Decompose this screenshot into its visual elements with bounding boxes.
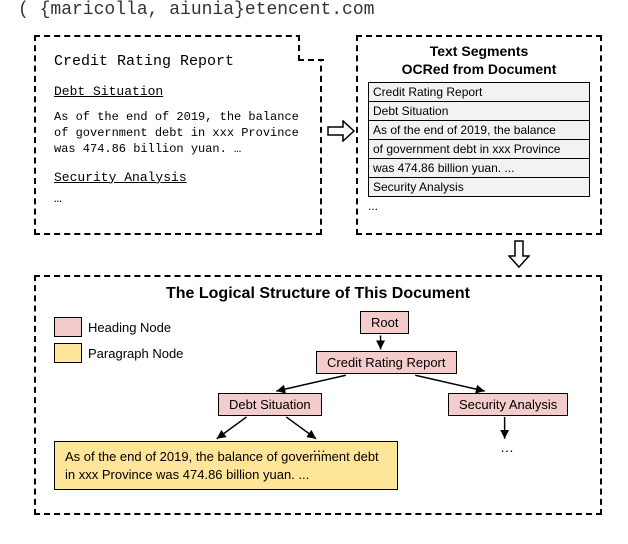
segment-row: of government debt in xxx Province: [369, 140, 589, 159]
doc-ellipsis: …: [54, 191, 302, 206]
document-panel: Credit Rating Report Debt Situation As o…: [34, 35, 322, 235]
segments-title: Text Segments OCRed from Document: [368, 43, 590, 78]
doc-heading-2: Security Analysis: [54, 170, 302, 185]
segment-row: Debt Situation: [369, 102, 589, 121]
segment-row: As of the end of 2019, the balance: [369, 121, 589, 140]
segment-row: Credit Rating Report: [369, 83, 589, 102]
doc-heading-1: Debt Situation: [54, 84, 302, 99]
segments-panel: Text Segments OCRed from Document Credit…: [356, 35, 602, 235]
segment-row: was 474.86 billion yuan. ...: [369, 159, 589, 178]
node-doc-title: Credit Rating Report: [316, 351, 457, 374]
node-heading-2: Security Analysis: [448, 393, 568, 416]
segments-title-line2: OCRed from Document: [402, 61, 557, 77]
segment-row: Security Analysis: [369, 178, 589, 196]
arrow-right-icon: [327, 120, 355, 147]
tree-ellipsis-2: …: [500, 439, 514, 455]
node-root: Root: [360, 311, 409, 334]
tree-ellipsis-1: …: [312, 439, 326, 455]
doc-title: Credit Rating Report: [54, 53, 302, 70]
segments-title-line1: Text Segments: [430, 43, 529, 59]
tree-panel: The Logical Structure of This Document H…: [34, 275, 602, 515]
segments-ellipsis: ...: [368, 199, 590, 213]
segments-table: Credit Rating Report Debt Situation As o…: [368, 82, 590, 197]
cropped-header-text: ( {maricolla, aiunia}etencent.com: [0, 0, 628, 20]
tree-title: The Logical Structure of This Document: [48, 285, 588, 303]
arrow-down-icon: [508, 240, 530, 273]
doc-body-1: As of the end of 2019, the balance of go…: [54, 109, 302, 158]
tree-area: Root Credit Rating Report Debt Situation…: [48, 311, 588, 501]
node-paragraph: As of the end of 2019, the balance of go…: [54, 441, 398, 490]
page-fold-corner: [298, 35, 322, 59]
node-heading-1: Debt Situation: [218, 393, 322, 416]
